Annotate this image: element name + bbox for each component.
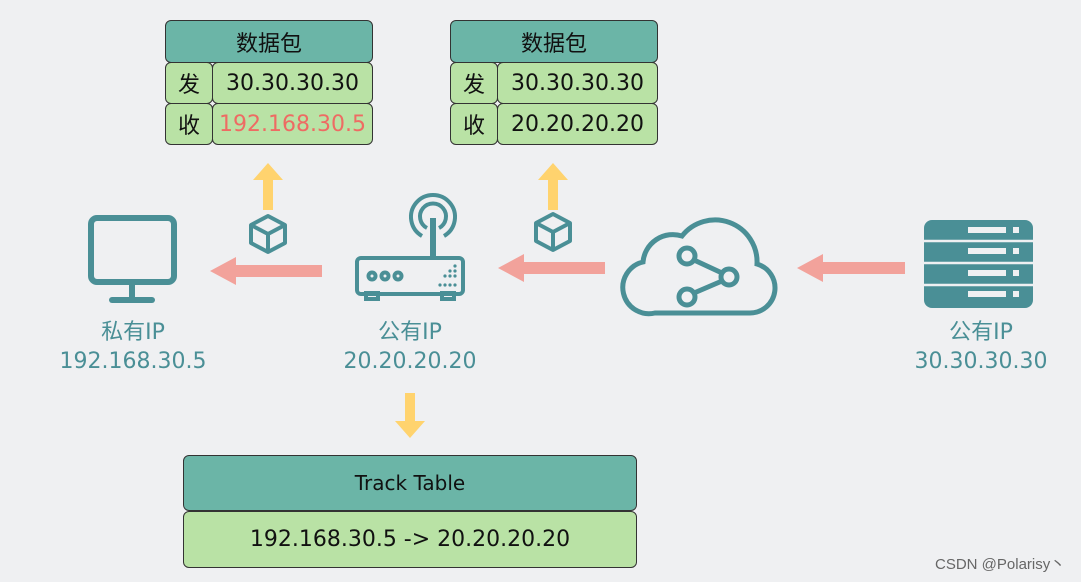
router-label: 公有IP 20.20.20.20	[310, 318, 510, 376]
server-ip-type: 公有IP	[949, 320, 1013, 345]
monitor-icon	[88, 215, 177, 303]
arrow-left-icon	[797, 254, 905, 282]
track-table-entry: 192.168.30.5 -> 20.20.20.20	[183, 511, 637, 568]
cube-icon	[534, 212, 572, 252]
server-ip: 30.30.30.30	[914, 349, 1048, 374]
watermark: CSDN @Polarisy丶	[935, 556, 1066, 573]
pc-ip: 192.168.30.5	[59, 349, 207, 374]
router-ip: 20.20.20.20	[343, 349, 477, 374]
pc-ip-type: 私有IP	[101, 320, 165, 345]
arrow-up-icon	[253, 163, 283, 210]
arrow-up-icon	[538, 163, 568, 210]
server-label: 公有IP 30.30.30.30	[881, 318, 1081, 376]
cube-icon	[249, 214, 287, 254]
router-ip-type: 公有IP	[378, 320, 442, 345]
server-icon	[924, 220, 1033, 308]
arrow-left-icon	[210, 257, 322, 285]
pc-label: 私有IP 192.168.30.5	[33, 318, 233, 376]
arrow-left-icon	[498, 254, 605, 282]
cloud-share-icon	[620, 217, 778, 317]
track-table-title: Track Table	[183, 455, 637, 511]
router-icon	[355, 192, 465, 301]
arrow-down-icon	[395, 393, 425, 438]
